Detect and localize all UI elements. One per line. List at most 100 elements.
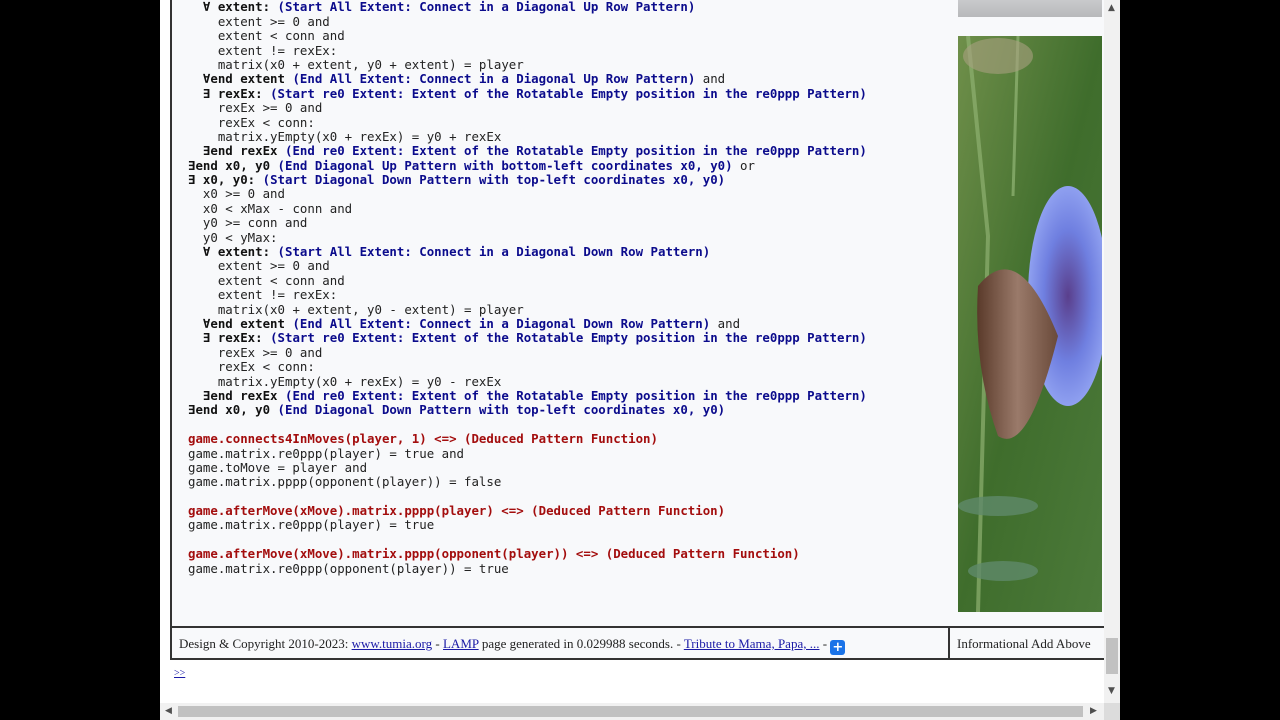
quantifier: ∃end rexEx [202, 143, 285, 159]
code-panel: y0 < yMax - conn: ∀ extent: (Start All E… [170, 0, 952, 626]
quantifier: ∃ rexEx: [202, 330, 271, 346]
code-text: y0 >= conn and [202, 215, 308, 231]
quantifier: ∀end extent [202, 71, 293, 87]
code-line: ∃end x0, y0 (End Diagonal Down Pattern w… [188, 403, 867, 417]
horizontal-scrollbar[interactable]: ◀ ▶ [160, 703, 1104, 720]
pattern-comment: (End All Extent: Connect in a Diagonal U… [292, 71, 696, 87]
scroll-left-icon[interactable]: ◀ [165, 706, 172, 716]
code-line: matrix(x0 + extent, y0 - extent) = playe… [188, 301, 867, 317]
code-text: rexEx < conn: [217, 114, 315, 130]
code-line: ∀end extent (End All Extent: Connect in … [188, 315, 867, 331]
code-text: rexEx >= 0 and [217, 344, 323, 360]
code-text: rexEx < conn: [217, 359, 315, 375]
code-line: rexEx < conn: [188, 114, 867, 130]
code-line: ∀ extent: (Start All Extent: Connect in … [188, 244, 867, 259]
code-text: or [732, 157, 755, 173]
code-line: game.matrix.pppp(opponent(player)) = fal… [188, 475, 867, 489]
quantifier: ∃end x0, y0 [188, 402, 278, 418]
code-line: matrix(x0 + extent, y0 + extent) = playe… [188, 56, 867, 72]
code-line: x0 < xMax - conn and [188, 200, 867, 216]
vertical-scroll-thumb[interactable] [1106, 638, 1118, 674]
code-line: rexEx < conn: [188, 359, 867, 375]
code-line: game.afterMove(xMove).matrix.pppp(oppone… [188, 547, 867, 561]
quantifier: ∀end extent [202, 315, 293, 331]
code-line: extent != rexEx: [188, 42, 867, 58]
code-text: y0 < yMax: [202, 229, 278, 245]
function-signature: game.afterMove(xMove).matrix.pppp(oppone… [188, 546, 800, 562]
code-line: ∃end x0, y0 (End Diagonal Up Pattern wit… [188, 157, 867, 173]
quantifier: ∃ rexEx: [202, 85, 271, 101]
scrollbar-corner [1104, 703, 1120, 720]
code-text: game.matrix.pppp(opponent(player)) = fal… [188, 474, 502, 490]
code-text: extent < conn and [217, 272, 345, 288]
pattern-comment: (End re0 Extent: Extent of the Rotatable… [284, 143, 867, 159]
quantifier: ∀ extent: [202, 0, 278, 15]
code-line: ∀ extent: (Start All Extent: Connect in … [188, 0, 867, 14]
function-signature: game.connects4InMoves(player, 1) <=> (De… [188, 431, 658, 447]
tribute-link[interactable]: Tribute to Mama, Papa, ... [684, 636, 820, 651]
code-text: game.matrix.re0ppp(player) = true [188, 517, 435, 533]
code-line: extent < conn and [188, 28, 867, 44]
code-line: ∀end extent (End All Extent: Connect in … [188, 72, 867, 86]
code-text: game.toMove = player and [188, 459, 368, 475]
code-text: matrix.yEmpty(x0 + rexEx) = y0 + rexEx [217, 128, 502, 144]
code-line: y0 >= conn and [188, 216, 867, 230]
code-text: extent >= 0 and [217, 13, 330, 29]
pattern-comment: (End Diagonal Down Pattern with top-left… [277, 402, 726, 418]
separator: - [432, 636, 443, 651]
scroll-up-icon[interactable]: ▲ [1108, 3, 1115, 13]
code-line: game.matrix.re0ppp(player) = true and [188, 446, 867, 461]
separator: - [819, 636, 831, 651]
code-text: x0 < xMax - conn and [202, 200, 353, 216]
ad-image[interactable] [958, 36, 1102, 612]
plus-icon[interactable]: + [830, 640, 846, 655]
pattern-comment: (End re0 Extent: Extent of the Rotatable… [284, 387, 867, 403]
code-line: ∃ rexEx: (Start re0 Extent: Extent of th… [188, 331, 867, 345]
code-line: extent < conn and [188, 272, 867, 288]
code-text: and [710, 315, 741, 331]
code-text: extent != rexEx: [217, 287, 338, 303]
ad-caption: Informational Add Above [948, 626, 1104, 660]
code-block: y0 < yMax - conn: ∀ extent: (Start All E… [188, 0, 867, 576]
code-text: extent < conn and [217, 28, 345, 44]
code-line: extent != rexEx: [188, 288, 867, 302]
code-line: ∃end rexEx (End re0 Extent: Extent of th… [188, 387, 867, 403]
code-line: ∃ x0, y0: (Start Diagonal Down Pattern w… [188, 172, 867, 187]
code-text: matrix(x0 + extent, y0 + extent) = playe… [217, 56, 524, 72]
code-line: matrix.yEmpty(x0 + rexEx) = y0 - rexEx [188, 374, 867, 389]
code-line: matrix.yEmpty(x0 + rexEx) = y0 + rexEx [188, 128, 867, 144]
code-text: matrix(x0 + extent, y0 - extent) = playe… [217, 301, 524, 317]
code-line: game.matrix.re0ppp(player) = true [188, 518, 867, 532]
code-line: extent >= 0 and [188, 259, 867, 273]
function-signature: game.afterMove(xMove).matrix.pppp(player… [188, 503, 726, 519]
generated-text: page generated in 0.029988 seconds. - [478, 636, 684, 651]
code-line: game.toMove = player and [188, 459, 867, 475]
next-page-link[interactable]: >> [174, 668, 185, 679]
quantifier: ∃end rexEx [202, 387, 285, 403]
code-text: rexEx >= 0 and [217, 100, 323, 116]
code-line: game.matrix.re0ppp(opponent(player)) = t… [188, 561, 867, 576]
code-line: rexEx >= 0 and [188, 100, 867, 116]
code-line: game.afterMove(xMove).matrix.pppp(player… [188, 503, 867, 519]
code-text: extent != rexEx: [217, 42, 338, 58]
code-line: x0 >= 0 and [188, 187, 867, 201]
pattern-comment: (Start All Extent: Connect in a Diagonal… [277, 0, 696, 15]
ad-image-top[interactable] [958, 0, 1102, 17]
copyright-text: Design & Copyright 2010-2023: [179, 636, 352, 651]
code-line: rexEx >= 0 and [188, 344, 867, 360]
scroll-down-icon[interactable]: ▼ [1108, 686, 1115, 696]
tumia-link[interactable]: www.tumia.org [352, 636, 433, 651]
pattern-comment: (End Diagonal Up Pattern with bottom-lef… [277, 157, 733, 173]
footer: Design & Copyright 2010-2023: www.tumia.… [170, 626, 948, 660]
scroll-right-icon[interactable]: ▶ [1090, 706, 1097, 716]
code-text: and [695, 71, 726, 87]
code-line: ∃end rexEx (End re0 Extent: Extent of th… [188, 144, 867, 158]
pattern-comment: (End All Extent: Connect in a Diagonal D… [292, 315, 711, 331]
lamp-link[interactable]: LAMP [443, 636, 479, 651]
code-line: y0 < yMax: [188, 229, 867, 245]
horizontal-scroll-thumb[interactable] [178, 706, 1083, 717]
vertical-scrollbar[interactable]: ▲ ▼ [1104, 0, 1120, 703]
code-line: extent >= 0 and [188, 13, 867, 29]
